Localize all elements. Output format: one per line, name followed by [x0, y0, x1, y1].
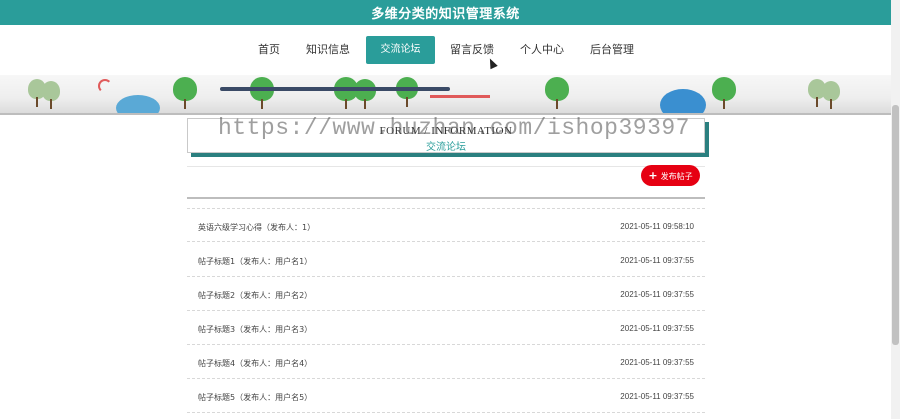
post-row[interactable]: 帖子标题5（发布人：用户名5） 2021-05-11 09:37:55 [187, 379, 705, 413]
post-date: 2021-05-11 09:37:55 [620, 324, 694, 333]
post-row[interactable]: 帖子标题1（发布人：用户名1） 2021-05-11 09:37:55 [187, 243, 705, 277]
road-shape [220, 87, 450, 91]
red-line-shape [430, 95, 490, 98]
publish-post-button[interactable]: + 发布帖子 [641, 165, 700, 186]
top-header-bar: 多维分类的知识管理系统 [0, 0, 891, 25]
divider [187, 197, 705, 199]
publish-post-label: 发布帖子 [660, 172, 693, 181]
vertical-scrollbar[interactable] [891, 0, 900, 419]
post-title[interactable]: 帖子标题4（发布人：用户名4） [198, 358, 312, 369]
post-title[interactable]: 帖子标题1（发布人：用户名1） [198, 256, 312, 267]
nav-knowledge[interactable]: 知识信息 [302, 37, 354, 63]
post-date: 2021-05-11 09:37:55 [620, 358, 694, 367]
nav-personal-center[interactable]: 个人中心 [516, 37, 568, 63]
post-date: 2021-05-11 09:37:55 [620, 392, 694, 401]
post-title[interactable]: 帖子标题2（发布人：用户名2） [198, 290, 312, 301]
post-row[interactable]: 帖子标题3（发布人：用户名3） 2021-05-11 09:37:55 [187, 311, 705, 345]
robot-right-icon [660, 89, 706, 113]
post-date: 2021-05-11 09:37:55 [620, 290, 694, 299]
post-date: 2021-05-11 09:58:10 [620, 222, 694, 231]
nav-forum[interactable]: 交流论坛 [366, 36, 435, 64]
plus-icon: + [648, 169, 658, 182]
scrollbar-thumb[interactable] [892, 105, 899, 345]
signal-icon [98, 79, 112, 93]
post-row[interactable]: 英语六级学习心得（发布人：1） 2021-05-11 09:58:10 [187, 208, 705, 242]
site-title: 多维分类的知识管理系统 [371, 7, 520, 22]
banner-decoration [0, 75, 891, 115]
nav-home[interactable]: 首页 [252, 37, 286, 63]
post-title[interactable]: 英语六级学习心得（发布人：1） [198, 222, 315, 233]
post-date: 2021-05-11 09:37:55 [620, 256, 694, 265]
post-title[interactable]: 帖子标题3（发布人：用户名3） [198, 324, 312, 335]
post-title[interactable]: 帖子标题5（发布人：用户名5） [198, 392, 312, 403]
watermark-text: https://www.huzhan.com/ishop39397 [218, 115, 690, 141]
nav-admin[interactable]: 后台管理 [586, 37, 638, 63]
post-row[interactable]: 帖子标题4（发布人：用户名4） 2021-05-11 09:37:55 [187, 345, 705, 379]
robot-left-icon [116, 95, 160, 113]
post-row[interactable]: 帖子标题2（发布人：用户名2） 2021-05-11 09:37:55 [187, 277, 705, 311]
main-nav: 首页 知识信息 交流论坛 留言反馈 个人中心 后台管理 [0, 25, 891, 75]
divider [187, 166, 705, 167]
